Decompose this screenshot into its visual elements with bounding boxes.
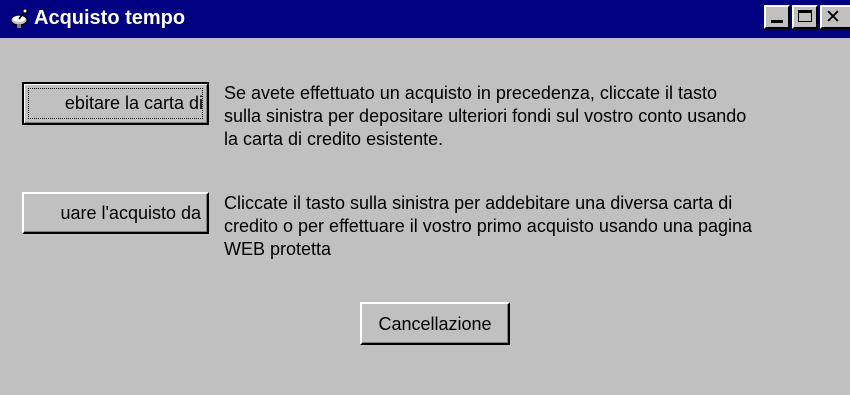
maximize-icon — [798, 10, 812, 22]
minimize-button[interactable] — [764, 5, 790, 29]
secure-web-purchase-button[interactable]: uare l'acquisto da — [22, 192, 209, 234]
debit-existing-card-button[interactable]: ebitare la carta di — [22, 82, 209, 125]
description-line: credito o per effettuare il vostro primo… — [224, 216, 752, 236]
cancel-label: Cancellazione — [378, 314, 492, 334]
title-bar[interactable]: Acquisto tempo ✕ — [0, 0, 850, 38]
description-line: WEB protetta — [224, 239, 332, 259]
debit-existing-card-description: Se avete effettuato un acquisto in prece… — [224, 82, 746, 151]
satellite-dish-icon — [10, 8, 28, 28]
close-icon: ✕ — [825, 6, 841, 28]
description-line: Cliccate il tasto sulla sinistra per add… — [224, 193, 733, 213]
window-title: Acquisto tempo — [34, 7, 186, 29]
close-button[interactable]: ✕ — [820, 5, 850, 29]
cancel-button[interactable]: Cancellazione — [360, 302, 510, 345]
description-line: Se avete effettuato un acquisto in prece… — [224, 83, 717, 103]
purchase-time-dialog: Acquisto tempo ✕ ebitare la carta di Se … — [0, 0, 850, 395]
secure-web-purchase-description: Cliccate il tasto sulla sinistra per add… — [224, 192, 752, 261]
maximize-button[interactable] — [792, 5, 818, 29]
description-line: sulla sinistra per depositare ulteriori … — [224, 106, 747, 126]
minimize-icon — [771, 20, 783, 23]
description-line: la carta di credito esistente. — [224, 129, 444, 149]
debit-existing-card-label: ebitare la carta di — [64, 93, 203, 113]
secure-web-purchase-label: uare l'acquisto da — [60, 203, 201, 223]
